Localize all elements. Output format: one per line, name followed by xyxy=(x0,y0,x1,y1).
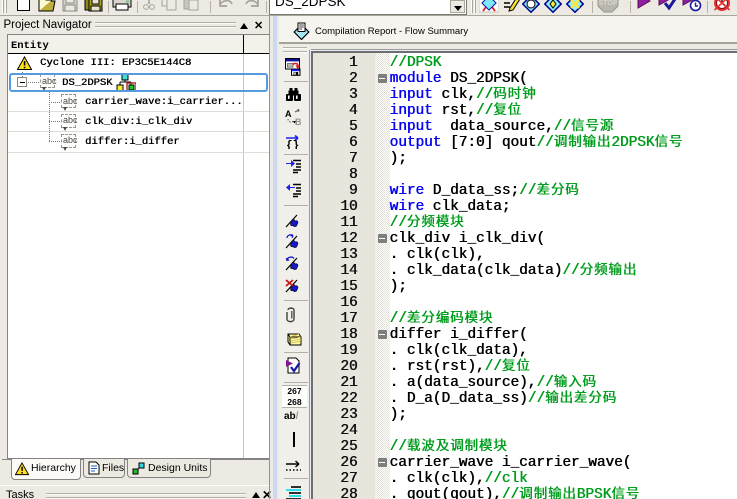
svg-text:{}: {} xyxy=(286,140,299,149)
svg-text:B: B xyxy=(295,117,302,126)
svg-text:A: A xyxy=(285,109,292,119)
svg-text:STOP: STOP xyxy=(599,0,618,7)
